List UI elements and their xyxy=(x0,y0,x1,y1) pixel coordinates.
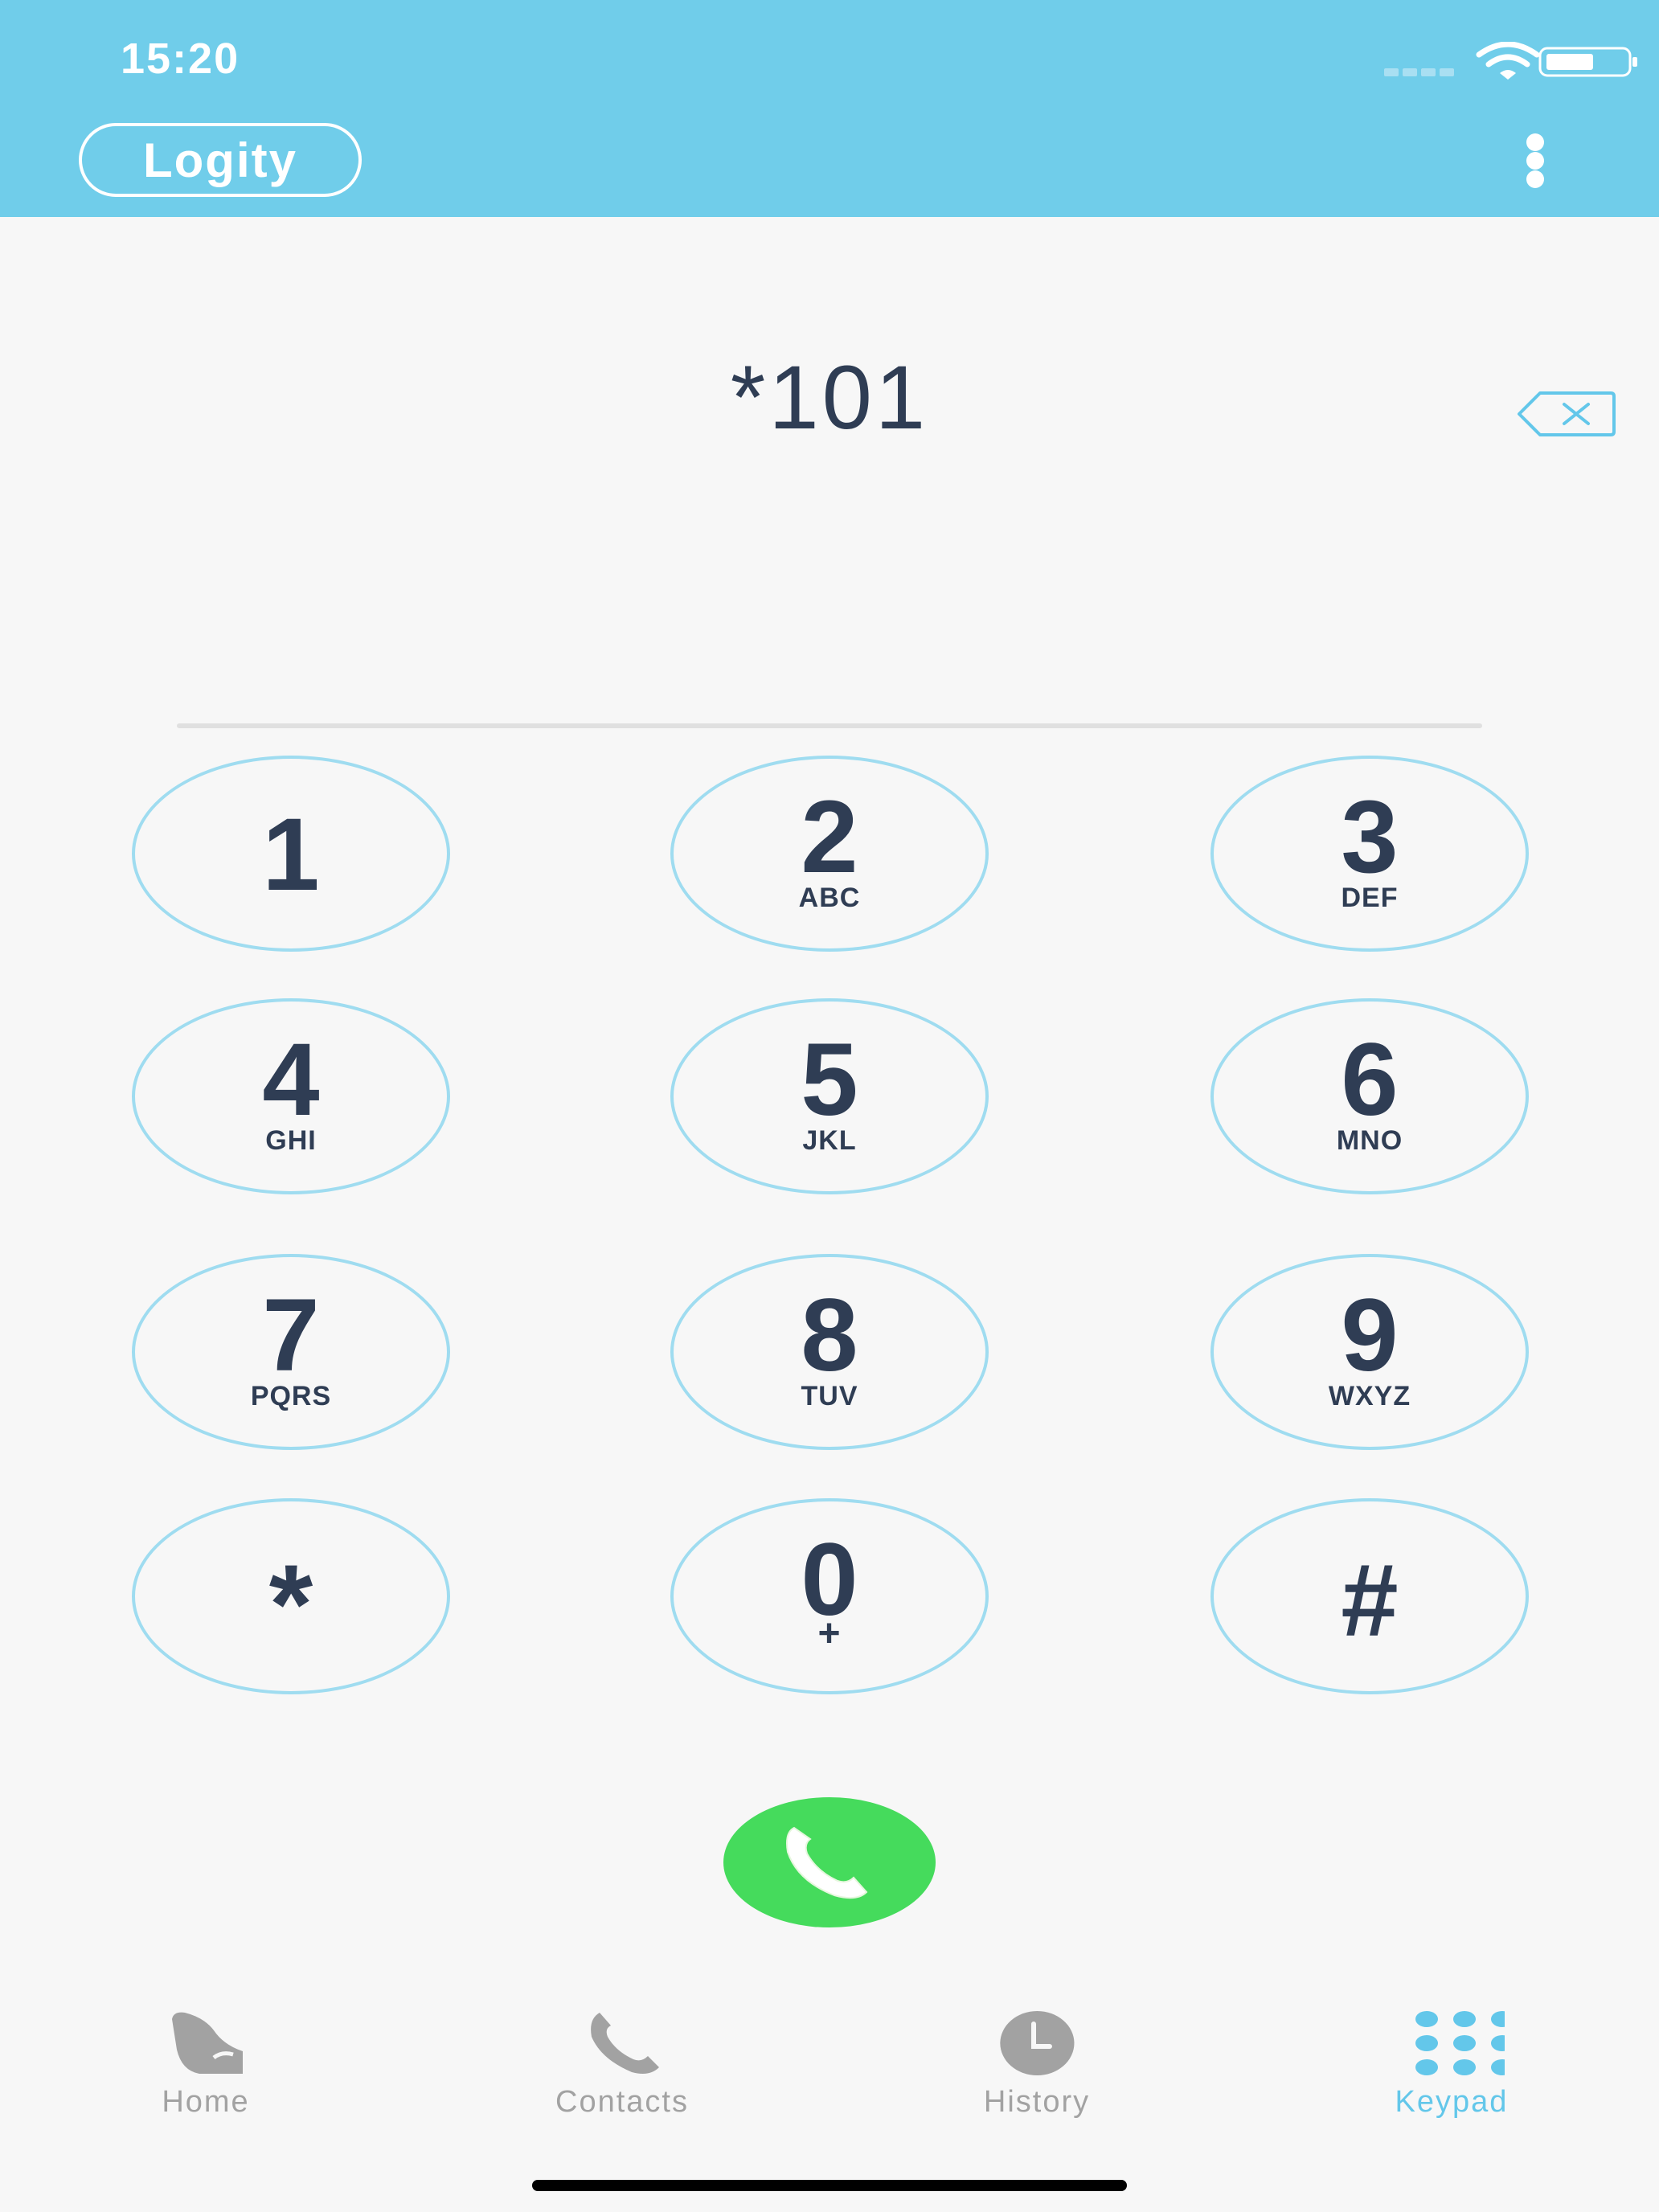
more-vertical-icon xyxy=(1526,133,1544,151)
tab-label: Keypad xyxy=(1395,2085,1509,2119)
app-header: 15:20 Logity xyxy=(0,0,1659,217)
contacts-icon xyxy=(591,2013,659,2074)
tab-keypad[interactable]: Keypad xyxy=(1323,2009,1580,2122)
key-hash[interactable]: # xyxy=(1210,1498,1529,1694)
key-digit: 9 xyxy=(1341,1278,1399,1393)
tab-contacts[interactable]: Contacts xyxy=(494,2009,751,2122)
tab-label: History xyxy=(983,2085,1091,2119)
key-star[interactable]: * xyxy=(132,1498,450,1694)
key-letters: DEF xyxy=(1341,883,1399,913)
wifi-icon xyxy=(1476,42,1540,80)
key-8[interactable]: 8 TUV xyxy=(670,1254,989,1450)
clock-icon xyxy=(1000,2011,1075,2075)
key-digit: 5 xyxy=(801,1022,858,1137)
call-button[interactable] xyxy=(723,1797,936,1927)
key-digit: # xyxy=(1341,1543,1399,1658)
tab-history[interactable]: History xyxy=(908,2009,1165,2122)
status-indicators xyxy=(1384,42,1637,80)
cellular-signal-icon xyxy=(1384,66,1458,76)
key-7[interactable]: 7 PQRS xyxy=(132,1254,450,1450)
key-digit: 4 xyxy=(262,1022,320,1137)
key-letters: GHI xyxy=(265,1125,317,1156)
key-digit: 2 xyxy=(801,780,858,895)
status-time: 15:20 xyxy=(121,35,240,83)
input-divider xyxy=(177,723,1482,728)
tab-home[interactable]: Home xyxy=(77,2009,334,2122)
keypad-icon xyxy=(1415,2011,1505,2075)
key-digit: 3 xyxy=(1341,780,1399,895)
key-letters: ABC xyxy=(798,883,861,913)
key-letters: + xyxy=(817,1612,842,1655)
key-digit: 6 xyxy=(1341,1022,1399,1137)
key-0[interactable]: 0 + xyxy=(670,1498,989,1694)
key-4[interactable]: 4 GHI xyxy=(132,998,450,1194)
key-2[interactable]: 2 ABC xyxy=(670,756,989,952)
battery-icon xyxy=(1538,47,1637,77)
key-6[interactable]: 6 MNO xyxy=(1210,998,1529,1194)
key-digit: * xyxy=(268,1541,313,1667)
phone-icon xyxy=(786,1826,868,1899)
tab-label: Contacts xyxy=(555,2085,689,2119)
home-indicator xyxy=(532,2180,1127,2191)
backspace-button[interactable] xyxy=(1516,390,1617,438)
tab-label: Home xyxy=(162,2085,250,2119)
key-letters: JKL xyxy=(802,1125,857,1156)
key-digit: 7 xyxy=(262,1278,320,1393)
key-letters: MNO xyxy=(1336,1125,1403,1156)
more-options-button[interactable] xyxy=(1511,129,1559,193)
key-5[interactable]: 5 JKL xyxy=(670,998,989,1194)
home-icon xyxy=(172,2012,243,2074)
brand-logo: Logity xyxy=(79,123,362,197)
key-9[interactable]: 9 WXYZ xyxy=(1210,1254,1529,1450)
key-1[interactable]: 1 xyxy=(132,756,450,952)
key-letters: PQRS xyxy=(250,1381,332,1411)
dialed-number: *101 xyxy=(730,347,929,448)
key-digit: 1 xyxy=(262,797,320,912)
key-letters: WXYZ xyxy=(1328,1381,1411,1411)
key-letters: TUV xyxy=(801,1381,858,1411)
key-3[interactable]: 3 DEF xyxy=(1210,756,1529,952)
key-digit: 8 xyxy=(801,1278,858,1393)
